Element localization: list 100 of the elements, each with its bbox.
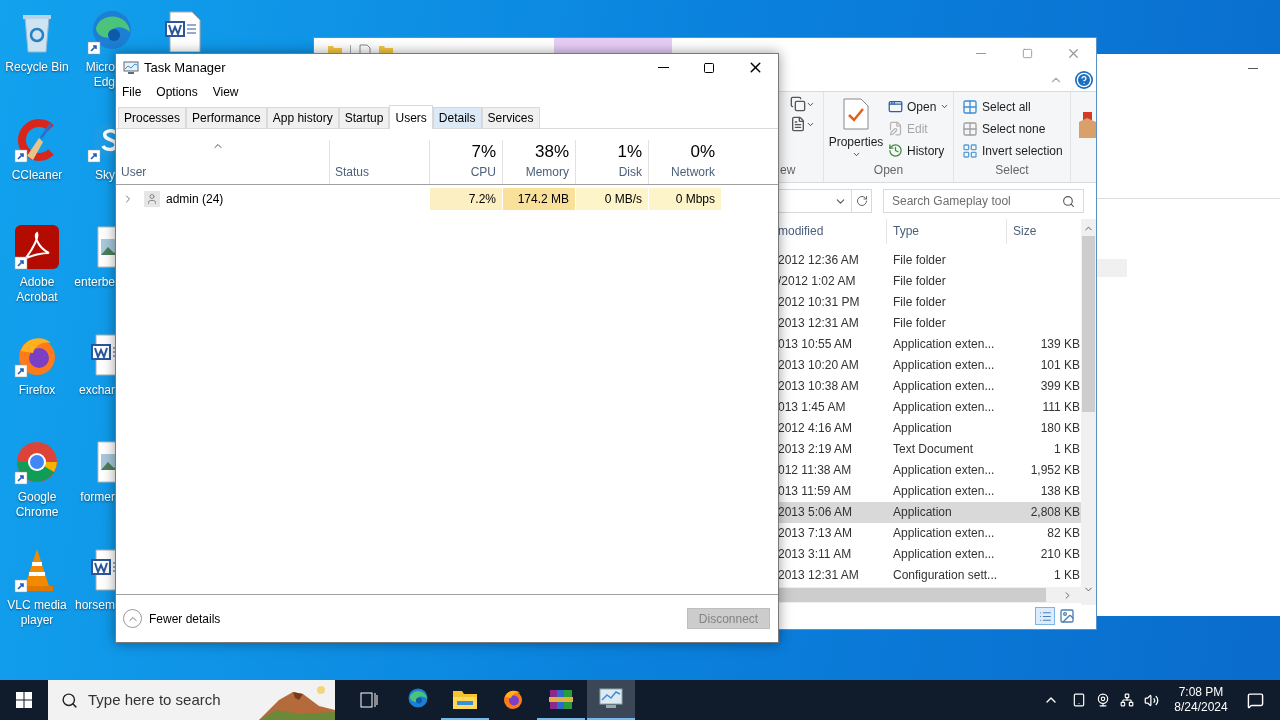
folder-icon: [453, 689, 477, 709]
file-row[interactable]: 2012 4:16 AM Application 180 KB: [778, 417, 1081, 439]
ribbon-button[interactable]: Open: [888, 98, 950, 115]
file-row[interactable]: 2013 5:06 AM Application 2,808 KB: [778, 501, 1081, 523]
select-none-icon: [962, 120, 978, 137]
user-name: admin (24): [166, 191, 224, 207]
date-cell-text: 2013 10:38 AM: [778, 378, 860, 395]
ribbon-button[interactable]: History: [888, 142, 950, 159]
type-cell-text: Text Document: [892, 441, 975, 458]
date-cell-text: 2013 5:06 AM: [778, 504, 854, 521]
tab[interactable]: Startup: [338, 107, 390, 128]
menu-item[interactable]: View: [212, 84, 239, 100]
volume-icon[interactable]: [1144, 692, 1159, 708]
scrollbar-thumb[interactable]: [1082, 236, 1095, 412]
file-row[interactable]: 2013 7:13 AM Application exten... 82 KB: [778, 522, 1081, 544]
user-row[interactable]: admin (24) 7.2% 174.2 MB 0 MB/s 0 Mbps: [116, 188, 778, 210]
user-avatar-icon: [144, 191, 160, 207]
edge-logo-icon[interactable]: [86, 8, 134, 56]
column-header[interactable]: Size: [1007, 219, 1081, 244]
column-header[interactable]: 38% Memory: [502, 140, 575, 184]
menu-item[interactable]: File: [122, 84, 142, 100]
invert-selection-icon: [962, 142, 978, 159]
size-cell-text: 82 KB: [1046, 525, 1081, 542]
file-row[interactable]: 2012 10:31 PM File folder: [778, 291, 1081, 313]
fewer-details-toggle[interactable]: Fewer details: [123, 609, 221, 628]
webcam-icon[interactable]: [1096, 693, 1110, 707]
tab[interactable]: Performance: [186, 107, 267, 128]
group-label: Select: [995, 162, 1029, 178]
caret-icon: [940, 102, 950, 111]
file-row[interactable]: 012 11:38 AM Application exten... 1,952 KB: [778, 459, 1081, 481]
size-cell-text: 210 KB: [1039, 546, 1081, 563]
tab[interactable]: Details: [432, 107, 482, 128]
tablet-icon[interactable]: [1072, 693, 1086, 707]
help-button[interactable]: [1075, 70, 1093, 89]
column-header[interactable]: User: [116, 140, 329, 184]
type-cell-text: Application: [892, 420, 953, 437]
acrobat-logo-icon[interactable]: [13, 223, 61, 271]
column-header[interactable]: Status: [329, 140, 429, 184]
details-view-button[interactable]: [1035, 607, 1055, 626]
date-cell-text: 012 11:38 AM: [778, 462, 853, 479]
search-box[interactable]: Type here to search: [48, 680, 335, 720]
file-row[interactable]: 013 10:55 AM Application exten... 139 KB: [778, 333, 1081, 355]
notifications-icon: [1246, 691, 1264, 709]
size-cell-text: 1,952 KB: [1029, 462, 1081, 479]
properties-button[interactable]: Properties: [828, 98, 884, 159]
size-cell-text: 1 KB: [1053, 567, 1081, 584]
column-header[interactable]: 1% Disk: [575, 140, 648, 184]
refresh-button[interactable]: [852, 189, 872, 213]
file-row[interactable]: 2013 2:19 AM Text Document 1 KB: [778, 438, 1081, 460]
taskbar-app-button[interactable]: [587, 680, 635, 720]
task-manager-icon: [123, 60, 139, 75]
column-header[interactable]: 0% Network: [648, 140, 721, 184]
date-cell-text: 2013 10:20 AM: [778, 357, 860, 374]
ribbon-button[interactable]: Select all: [962, 98, 1070, 115]
file-row[interactable]: 2013 10:38 AM Application exten... 399 KB: [778, 375, 1081, 397]
size-cell-text: 138 KB: [1039, 483, 1081, 500]
type-cell-text: File folder: [892, 273, 947, 290]
date-cell-text: 2012 10:31 PM: [778, 294, 861, 311]
ribbon-button[interactable]: Invert selection: [962, 142, 1070, 159]
file-row[interactable]: /2012 1:02 AM File folder: [778, 270, 1081, 292]
column-header[interactable]: 7% CPU: [429, 140, 502, 184]
menu-item[interactable]: Options: [156, 84, 198, 100]
scrollbar-thumb[interactable]: [778, 588, 1046, 603]
type-cell-text: Application exten...: [892, 546, 996, 563]
date-cell-text: 2013 12:31 AM: [778, 315, 860, 332]
type-cell-text: File folder: [892, 294, 947, 311]
type-cell-text: File folder: [892, 315, 947, 332]
tab[interactable]: App history: [266, 107, 339, 128]
file-row[interactable]: 2013 12:31 AM Configuration sett... 1 KB: [778, 564, 1081, 586]
date-cell-text: 2013 3:11 AM: [778, 546, 853, 563]
clock[interactable]: 7:08 PM 8/24/2024: [1170, 685, 1232, 715]
minimize-icon: [976, 52, 986, 54]
file-row[interactable]: 2013 10:20 AM Application exten... 101 KB: [778, 354, 1081, 376]
type-cell-text: Application exten...: [892, 462, 996, 479]
network-icon[interactable]: [1120, 693, 1134, 707]
ribbon-button[interactable]: Select none: [962, 120, 1070, 137]
group-label: ew: [780, 162, 797, 178]
file-row[interactable]: 013 11:59 AM Application exten... 138 KB: [778, 480, 1081, 502]
search-field[interactable]: Search Gameplay tool: [883, 189, 1084, 213]
type-cell-text: Application exten...: [892, 483, 996, 500]
date-cell-text: 2012 12:36 AM: [778, 252, 860, 269]
window-title: Task Manager: [144, 58, 226, 77]
date-cell-text: 2012 4:16 AM: [778, 420, 854, 437]
size-cell-text: 180 KB: [1039, 420, 1081, 437]
window-icon: [888, 99, 903, 114]
minimize-icon[interactable]: [1248, 67, 1258, 69]
file-row[interactable]: 013 1:45 AM Application exten... 111 KB: [778, 396, 1081, 418]
large-icons-view-icon[interactable]: [1059, 608, 1075, 625]
tab[interactable]: Processes: [118, 107, 187, 128]
copy-path-icon[interactable]: [790, 96, 806, 112]
file-row[interactable]: 2012 12:36 AM File folder: [778, 249, 1081, 271]
type-cell-text: File folder: [892, 252, 947, 269]
tab[interactable]: Users: [389, 105, 433, 129]
size-cell-text: 139 KB: [1039, 336, 1081, 353]
new-item-icon[interactable]: [790, 116, 806, 132]
file-row[interactable]: 2013 12:31 AM File folder: [778, 312, 1081, 334]
type-cell-text: Application exten...: [892, 357, 996, 374]
column-header[interactable]: Type: [887, 219, 1007, 244]
tab[interactable]: Services: [481, 107, 540, 128]
file-row[interactable]: 2013 3:11 AM Application exten... 210 KB: [778, 543, 1081, 565]
